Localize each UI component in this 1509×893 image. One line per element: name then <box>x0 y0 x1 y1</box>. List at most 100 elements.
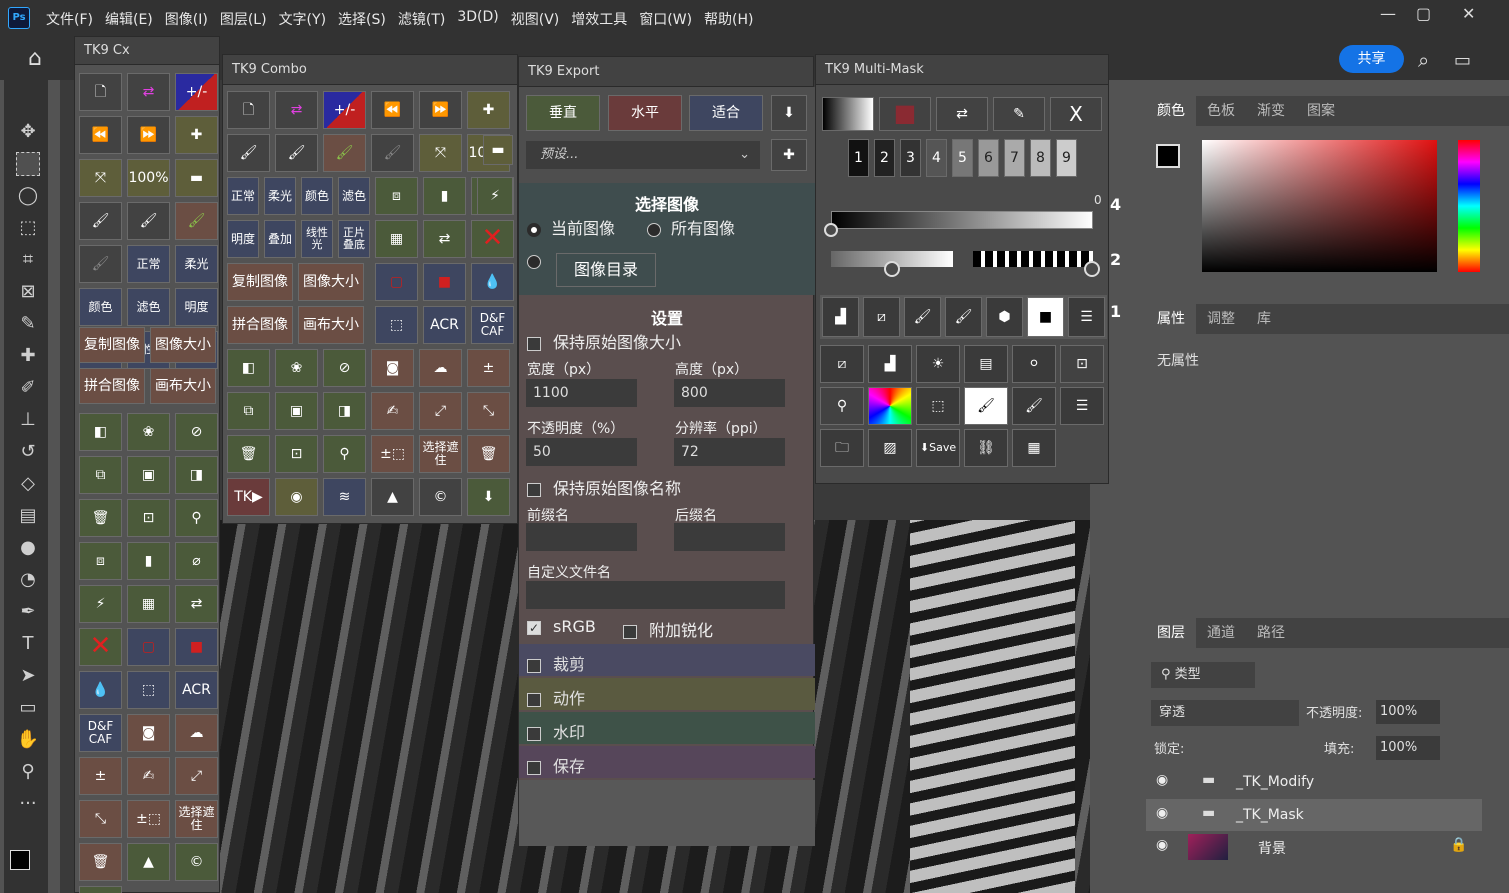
mm-brush-icon[interactable]: 🖌 <box>1012 387 1056 425</box>
triangle-icon[interactable]: ▲ <box>127 843 170 881</box>
radio-all[interactable]: 所有图像 <box>647 215 735 239</box>
combo-shrink-icon[interactable]: ⤡ <box>467 392 510 430</box>
menu-window[interactable]: 窗口(W) <box>639 9 692 29</box>
combo-trash-icon[interactable]: 🗑 <box>227 435 270 473</box>
tab-paths[interactable]: 路径 <box>1246 618 1296 648</box>
eye-icon[interactable]: ◉ <box>275 478 318 516</box>
octagon-mask-icon[interactable]: ⬢ <box>986 297 1023 337</box>
hide-icon[interactable]: ⊘ <box>175 413 218 451</box>
camera-icon[interactable]: ⊡ <box>127 499 170 537</box>
opacity-input[interactable]: 50 <box>526 438 637 466</box>
curves2-icon[interactable]: ⧄ <box>820 345 864 383</box>
vertical-button[interactable]: 垂直 <box>526 95 600 131</box>
horizontal-button[interactable]: 水平 <box>608 95 682 131</box>
tab-properties[interactable]: 属性 <box>1146 304 1196 334</box>
radio-dir[interactable] <box>527 255 541 269</box>
folder-icon[interactable]: 🗀 <box>820 429 864 467</box>
menu-edit[interactable]: 编辑(E) <box>105 9 153 29</box>
range-slider-b[interactable] <box>973 251 1093 267</box>
fit-icon[interactable]: ⤧ <box>79 159 122 197</box>
history-brush-icon[interactable]: ↺ <box>16 440 40 464</box>
layer-row[interactable]: ◉ ▬ _TK_Modify <box>1146 766 1482 798</box>
layers-stack-icon[interactable]: ≋ <box>323 478 366 516</box>
layer-row[interactable]: ◉ 背景 🔒 <box>1146 831 1482 863</box>
eyedropper-icon[interactable]: ✎ <box>16 312 40 336</box>
copy-icon[interactable]: ⧉ <box>79 456 122 494</box>
blend-soft-button[interactable]: 柔光 <box>175 245 218 283</box>
zoom-100-button[interactable]: 100% <box>127 159 170 197</box>
combo-x-icon[interactable]: ✕ <box>471 220 514 258</box>
layer-opacity-input[interactable]: 100% <box>1376 700 1440 724</box>
combo-panel-icon[interactable]: ◨ <box>323 392 366 430</box>
drop-icon[interactable]: 💧 <box>79 671 122 709</box>
feather-icon[interactable]: ✍ <box>127 757 170 795</box>
blend-normal-button[interactable]: 正常 <box>127 245 170 283</box>
move-icon[interactable]: ✥ <box>16 120 40 144</box>
combo-brush4-icon[interactable]: 🖌 <box>371 134 414 172</box>
mm-search-icon[interactable]: ⚲ <box>820 387 864 425</box>
dfcaf-button[interactable]: D&F CAF <box>79 714 122 752</box>
combo-acr-button[interactable]: ACR <box>423 306 466 344</box>
curves-icon[interactable]: ⧄ <box>863 297 900 337</box>
type-icon[interactable]: T <box>16 632 40 656</box>
fill-input[interactable]: 100% <box>1376 736 1440 760</box>
menu-help[interactable]: 帮助(H) <box>704 9 753 29</box>
side-1[interactable]: 1 <box>1110 302 1134 332</box>
lasso-icon[interactable]: ◯ <box>16 184 40 208</box>
brush-gray-icon[interactable]: 🖌 <box>79 245 122 283</box>
menu-type[interactable]: 文字(Y) <box>279 9 326 29</box>
brush-white-icon[interactable]: 🖌 <box>127 202 170 240</box>
path-select-icon[interactable]: ➤ <box>16 664 40 688</box>
menu-filter[interactable]: 滤镜(T) <box>398 9 445 29</box>
keep-name-checkbox[interactable]: 保持原始图像名称 <box>527 475 681 499</box>
color-field[interactable] <box>1202 140 1437 272</box>
frame-icon[interactable]: ⊠ <box>16 280 40 304</box>
mask-icon[interactable]: ❀ <box>127 413 170 451</box>
menu-image[interactable]: 图像(I) <box>165 9 208 29</box>
workspace-icon[interactable]: ▭ <box>1454 50 1471 71</box>
combo-layer-icon[interactable]: ◧ <box>227 349 270 387</box>
combo-swap-icon[interactable]: ⇄ <box>275 91 318 129</box>
fast-forward-icon[interactable]: ⏩ <box>127 116 170 154</box>
mm-num-5[interactable]: 5 <box>952 139 973 177</box>
square-mask-icon[interactable]: ■ <box>1027 297 1064 337</box>
visibility-icon[interactable]: ◉ <box>1156 772 1168 788</box>
combo-select-icon[interactable]: ⬚ <box>375 306 418 344</box>
rewind-icon[interactable]: ⏪ <box>79 116 122 154</box>
expand-icon[interactable]: ⤢ <box>175 757 218 795</box>
combo-plus-icon[interactable]: ✚ <box>467 91 510 129</box>
tab-patterns[interactable]: 图案 <box>1296 96 1346 126</box>
brush-invert-icon[interactable]: 🖌 <box>964 387 1008 425</box>
trash-icon[interactable]: 🗑 <box>79 499 122 537</box>
swap-icon[interactable]: ⇄ <box>127 73 170 111</box>
menu-view[interactable]: 视图(V) <box>511 9 560 29</box>
paint-white-icon[interactable]: 🖌 <box>945 297 982 337</box>
layer-row[interactable]: ◉ ▬ _TK_Mask <box>1146 799 1482 831</box>
select-mask-button[interactable]: 选择遮住 <box>175 800 218 838</box>
link-mask-icon[interactable]: ⛓ <box>964 429 1008 467</box>
mm-calc-icon[interactable]: ▦ <box>1012 429 1056 467</box>
blend-circles-icon[interactable]: ⚪ <box>1012 345 1056 383</box>
gradient-mask-icon[interactable] <box>822 97 874 131</box>
gradient-icon[interactable]: ▤ <box>16 504 40 528</box>
fit-button[interactable]: 适合 <box>689 95 763 131</box>
combo-brush1-icon[interactable]: 🖌 <box>227 134 270 172</box>
object-select-icon[interactable]: ⬚ <box>16 216 40 240</box>
combo-lum-button[interactable]: 明度 <box>227 220 259 258</box>
tab-adjustments[interactable]: 调整 <box>1196 304 1246 334</box>
download-icon[interactable]: ⬇ <box>79 886 122 893</box>
healing-icon[interactable]: ✚ <box>16 344 40 368</box>
tk-play-button[interactable]: TK▶ <box>227 478 270 516</box>
mm-menu-icon[interactable]: ☰ <box>1068 297 1105 337</box>
blend-screen-button[interactable]: 滤色 <box>127 288 170 326</box>
trash2-icon[interactable]: 🗑 <box>79 843 122 881</box>
combo-new-icon[interactable]: 🗋 <box>227 91 270 129</box>
combo-multiply-button[interactable]: 正片叠底 <box>338 220 370 258</box>
combo-phone-icon[interactable]: ▮ <box>423 177 466 215</box>
combo-hide-icon[interactable]: ⊘ <box>323 349 366 387</box>
portrait-icon[interactable]: ◙ <box>127 714 170 752</box>
copyright-icon[interactable]: © <box>175 843 218 881</box>
combo-mask-icon[interactable]: ❀ <box>275 349 318 387</box>
visibility-icon[interactable]: ◉ <box>1156 805 1168 821</box>
flatten-button[interactable]: 拼合图像 <box>79 368 145 404</box>
